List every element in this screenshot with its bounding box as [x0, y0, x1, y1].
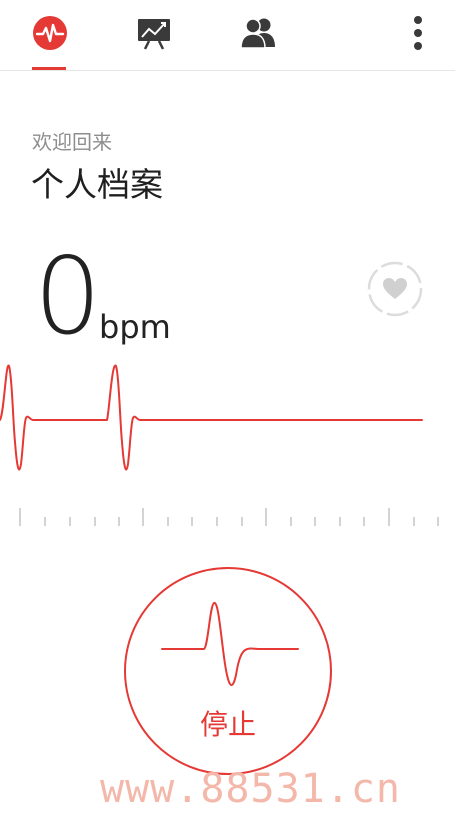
- stop-button-label: 停止: [199, 708, 256, 741]
- more-vert-icon: [414, 16, 422, 50]
- welcome-text: 欢迎回来: [32, 130, 112, 154]
- bpm-value: 0: [34, 235, 102, 358]
- time-ruler: [19, 508, 439, 526]
- tab-friends[interactable]: [232, 8, 284, 58]
- active-tab-indicator: [32, 67, 66, 70]
- profile-title: 个人档案: [31, 165, 163, 204]
- chart-board-icon: [138, 19, 170, 50]
- favorite-heart-button[interactable]: [366, 260, 424, 318]
- heart-icon: [367, 261, 423, 317]
- people-icon: [240, 18, 275, 49]
- heart-rate-icon: [33, 16, 67, 50]
- overflow-menu-button[interactable]: [394, 8, 442, 58]
- stop-button[interactable]: 停止: [124, 567, 332, 775]
- tab-heart-rate[interactable]: [24, 8, 76, 58]
- bpm-unit: bpm: [99, 308, 171, 346]
- tab-trends[interactable]: [128, 8, 180, 58]
- pulse-wave-icon: [161, 601, 299, 687]
- ecg-waveform: [0, 364, 423, 471]
- watermark: www.88531.cn: [100, 766, 401, 812]
- top-nav-bar: [0, 0, 455, 71]
